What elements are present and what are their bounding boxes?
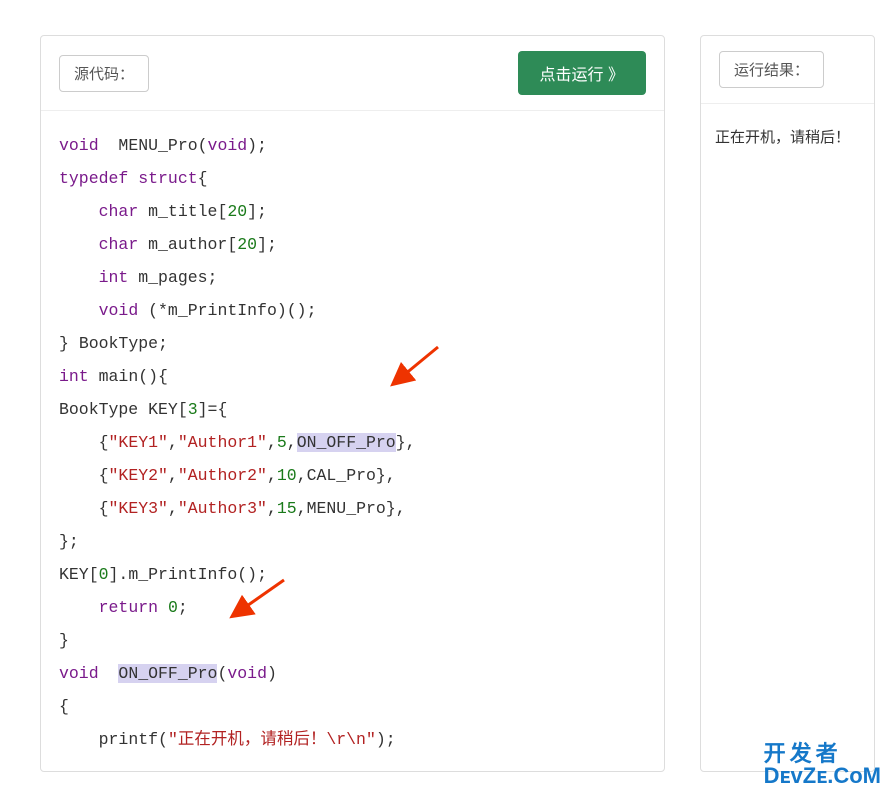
ident: MENU_Pro — [307, 499, 386, 518]
str: "KEY1" — [109, 433, 168, 452]
kw-void: void — [59, 664, 99, 683]
fn-name: printf — [99, 730, 158, 749]
code-scroll[interactable]: void MENU_Pro(void); typedef struct{ cha… — [59, 129, 652, 753]
kw-void: void — [99, 301, 139, 320]
ident: m_title — [148, 202, 217, 221]
kw-void: void — [59, 136, 99, 155]
str: "KEY2" — [109, 466, 168, 485]
code-block[interactable]: void MENU_Pro(void); typedef struct{ cha… — [59, 129, 652, 753]
fn-name: main — [99, 367, 139, 386]
source-label: 源代码： — [59, 55, 149, 92]
kw-int: int — [59, 367, 89, 386]
num: 20 — [237, 235, 257, 254]
output-area: 正在开机，请稍后！ — [701, 104, 874, 172]
result-panel: 运行结果： 正在开机，请稍后！ — [700, 35, 875, 772]
kw-void: void — [208, 136, 248, 155]
str: "正在开机，请稍后！\r\n" — [168, 730, 376, 749]
str: "Author1" — [178, 433, 267, 452]
logo-line2: DᴇᴠZᴇ.CᴏM — [764, 765, 881, 787]
ident: m_pages — [138, 268, 207, 287]
logo-line1: 开发者 — [764, 743, 881, 765]
num: 0 — [168, 598, 178, 617]
num: 5 — [277, 433, 287, 452]
kw-int: int — [99, 268, 129, 287]
kw-struct: struct — [138, 169, 197, 188]
str: "KEY3" — [109, 499, 168, 518]
str: "Author2" — [178, 466, 267, 485]
ident: BookType — [79, 334, 158, 353]
main-container: 源代码： 点击运行 》 void MENU_Pro(void); typedef… — [0, 0, 887, 772]
output-text: 正在开机，请稍后！ — [715, 129, 850, 146]
ident: m_PrintInfo — [128, 565, 237, 584]
num: 15 — [277, 499, 297, 518]
result-header: 运行结果： — [701, 36, 874, 104]
ident: CAL_Pro — [307, 466, 376, 485]
str: "Author3" — [178, 499, 267, 518]
result-label: 运行结果： — [719, 51, 824, 88]
fn-name: MENU_Pro — [118, 136, 197, 155]
kw-char: char — [99, 202, 139, 221]
run-button-label: 点击运行 》 — [540, 61, 624, 85]
ident: BookType — [59, 400, 138, 419]
num: 0 — [99, 565, 109, 584]
ident: *m_PrintInfo — [158, 301, 277, 320]
run-button[interactable]: 点击运行 》 — [518, 51, 646, 95]
code-area: void MENU_Pro(void); typedef struct{ cha… — [41, 111, 664, 771]
kw-void: void — [227, 664, 267, 683]
watermark-logo: 开发者 DᴇᴠZᴇ.CᴏM — [764, 743, 881, 787]
num: 20 — [227, 202, 247, 221]
source-panel: 源代码： 点击运行 》 void MENU_Pro(void); typedef… — [40, 35, 665, 772]
kw-char: char — [99, 235, 139, 254]
source-header: 源代码： 点击运行 》 — [41, 36, 664, 111]
ident: KEY — [148, 400, 178, 419]
num: 10 — [277, 466, 297, 485]
ident: KEY — [59, 565, 89, 584]
num: 3 — [188, 400, 198, 419]
highlight-onoff: ON_OFF_Pro — [118, 664, 217, 683]
kw-return: return — [99, 598, 158, 617]
ident: m_author — [148, 235, 227, 254]
kw-typedef: typedef — [59, 169, 128, 188]
highlight-onoff: ON_OFF_Pro — [297, 433, 396, 452]
